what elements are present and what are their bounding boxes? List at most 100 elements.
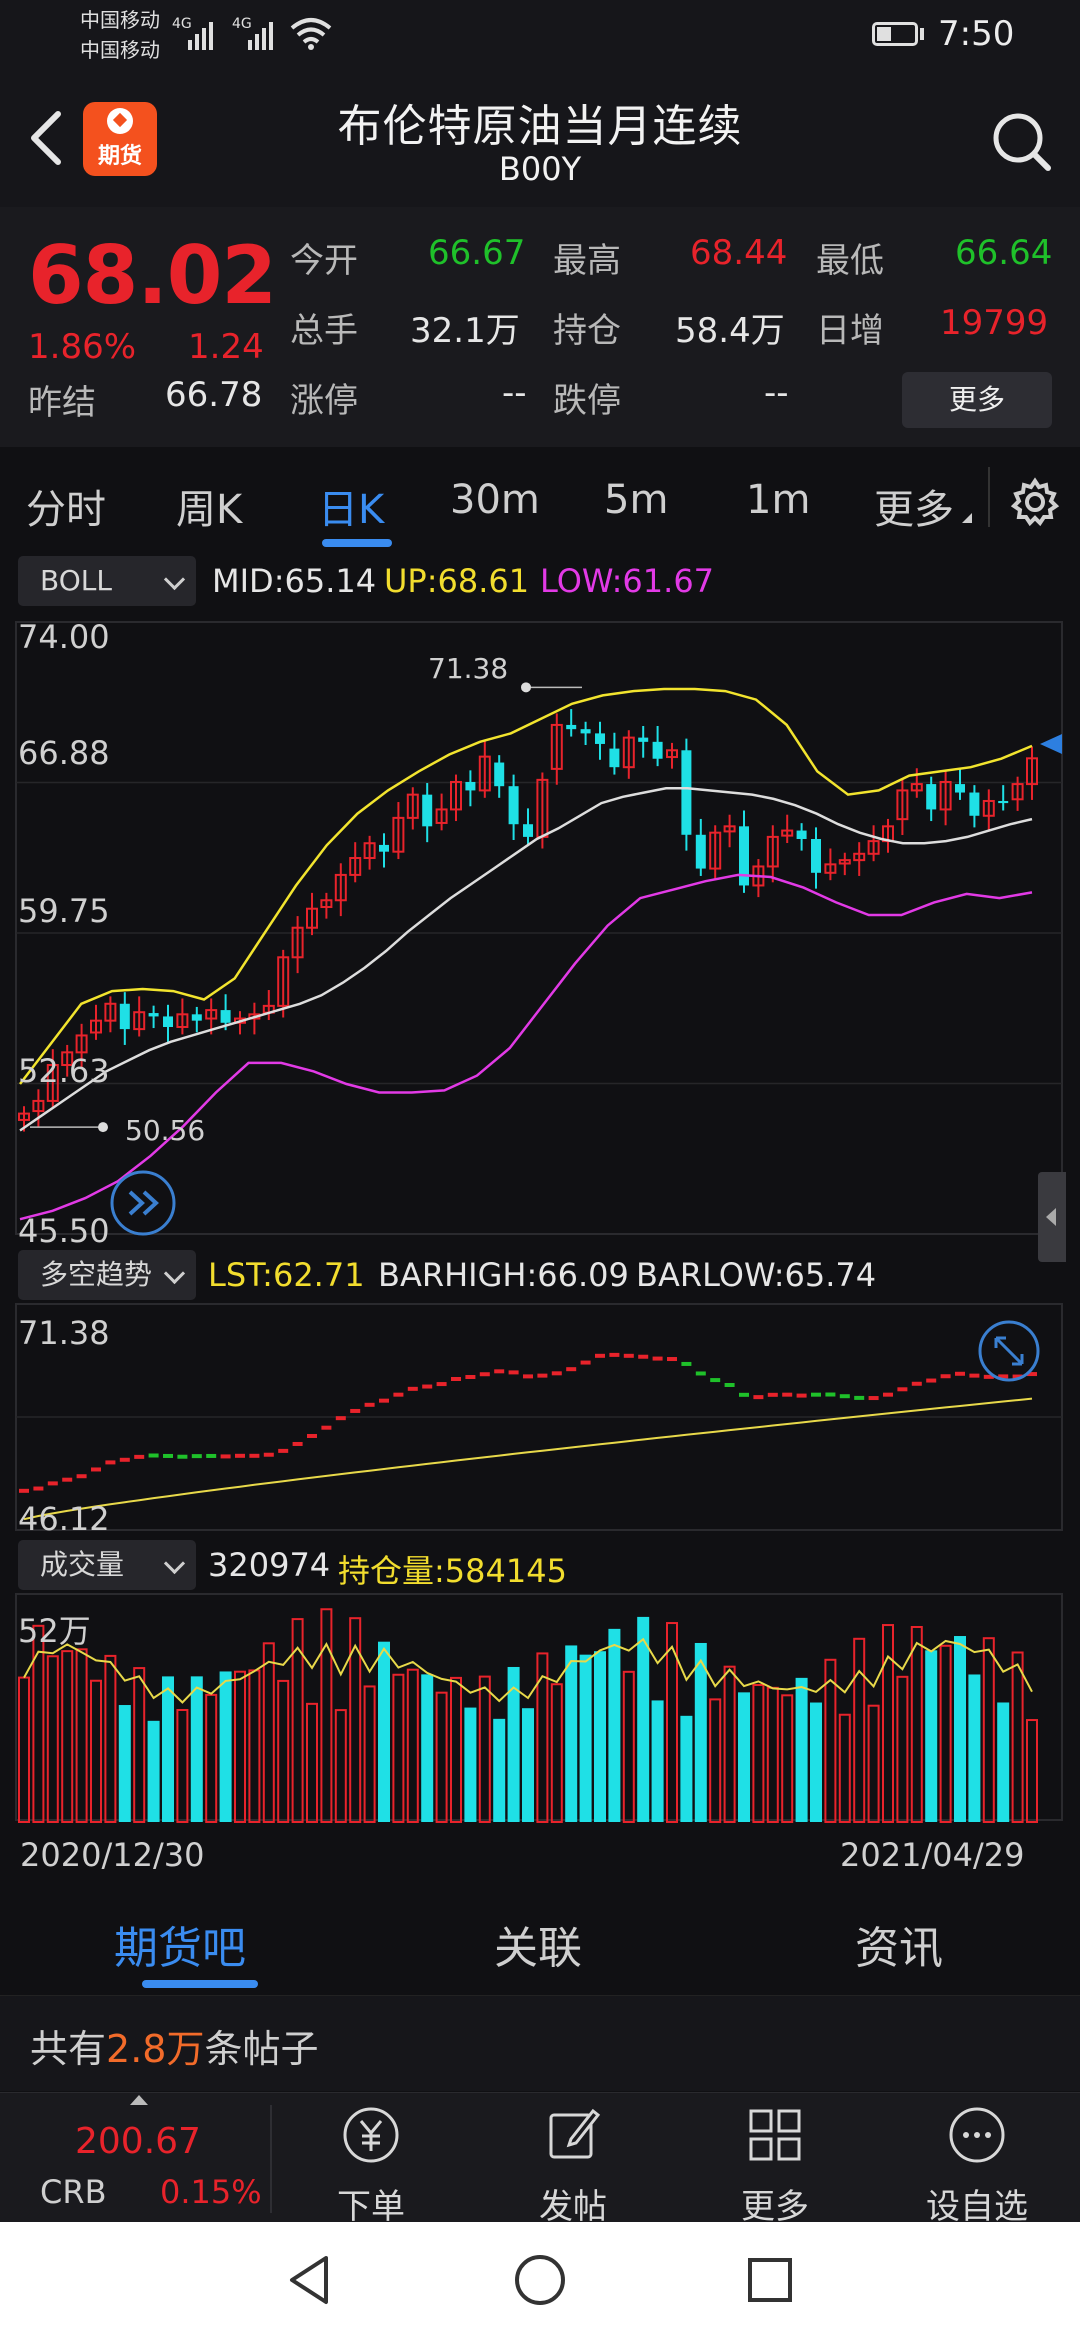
order-button[interactable]: 下单 <box>296 2103 446 2228</box>
trend-bar <box>753 1395 764 1400</box>
more-tools-button[interactable]: 更多 <box>700 2103 850 2228</box>
tab-intraday[interactable]: 分时 <box>26 477 106 535</box>
trend-bar <box>551 1371 562 1376</box>
candlestick-chart[interactable] <box>0 612 1080 1244</box>
volume-bar <box>262 1642 275 1823</box>
trend-bar <box>566 1367 577 1372</box>
volume-bar <box>104 1654 117 1823</box>
volume-bar <box>90 1679 102 1823</box>
more-dots-icon <box>949 2107 1005 2163</box>
candle-body <box>494 762 505 787</box>
lst-value: LST:62.71 <box>208 1256 365 1294</box>
volume-bar <box>306 1702 318 1823</box>
volume-bar <box>450 1676 462 1823</box>
y-tick-3: 59.75 <box>18 892 110 930</box>
post-button[interactable]: 发帖 <box>498 2103 648 2228</box>
volume-bar <box>651 1700 664 1822</box>
set-watchlist-button[interactable]: 设自选 <box>902 2103 1052 2228</box>
tab-daily[interactable]: 日K <box>318 477 384 535</box>
volume-bar <box>61 1650 74 1823</box>
trend-bar <box>407 1386 418 1391</box>
trend-bar <box>839 1394 850 1399</box>
side-drawer-handle[interactable] <box>1038 1172 1066 1262</box>
change-value: 1.24 <box>188 327 264 367</box>
posts-count-text: 共有2.8万条帖子 <box>30 2027 319 2071</box>
boll-indicator-dropdown[interactable]: BOLL <box>18 556 196 606</box>
trend-bar <box>292 1441 303 1446</box>
search-icon[interactable] <box>990 110 1052 172</box>
tab-related[interactable]: 关联 <box>494 1912 582 1976</box>
trend-bar <box>206 1453 217 1458</box>
set-watchlist-label: 设自选 <box>926 2187 1028 2227</box>
carrier-1: 中国移动 <box>80 8 160 32</box>
trend-bar <box>177 1454 188 1459</box>
limit-down-value: -- <box>764 373 789 413</box>
tab-futures-forum[interactable]: 期货吧 <box>114 1912 246 1976</box>
trend-bar <box>76 1474 87 1479</box>
trend-bar <box>681 1361 692 1366</box>
trend-indicator-dropdown[interactable]: 多空趋势 <box>18 1250 196 1300</box>
section-tabs: 期货吧 关联 资讯 <box>0 1880 1080 1990</box>
candle-body <box>580 729 591 734</box>
trend-bar <box>105 1460 116 1465</box>
daily-increase-value: 19799 <box>940 303 1049 343</box>
trend-bar <box>623 1353 634 1358</box>
volume-bar <box>622 1670 635 1823</box>
volume-value: 32.1万 <box>410 311 520 351</box>
more-quote-button[interactable]: 更多 <box>902 372 1052 428</box>
candle-body <box>119 1003 130 1030</box>
trend-bar <box>379 1398 389 1403</box>
trend-chart[interactable] <box>0 1302 1080 1534</box>
crb-label: CRB <box>40 2173 107 2211</box>
candle-body <box>998 800 1009 804</box>
volume-bar <box>378 1641 390 1822</box>
trend-bar <box>19 1488 29 1493</box>
tab-weekly[interactable]: 周K <box>176 477 242 535</box>
nav-back-icon[interactable] <box>282 2252 338 2308</box>
trend-bar <box>191 1454 202 1459</box>
low-marker-label: 50.56 <box>125 1114 206 1147</box>
trend-bar <box>955 1371 965 1376</box>
trend-bar <box>249 1453 260 1458</box>
y-tick-2: 66.88 <box>18 734 110 772</box>
y-tick-4: 52.63 <box>18 1052 110 1090</box>
high-marker-dot <box>521 682 531 693</box>
boll-low-value: LOW:61.67 <box>540 562 715 600</box>
section-tab-indicator <box>142 1980 258 1988</box>
tab-news[interactable]: 资讯 <box>855 1912 943 1976</box>
trend-bar <box>134 1454 145 1459</box>
nav-recents-icon[interactable] <box>742 2252 798 2308</box>
candle-body <box>465 781 476 791</box>
trend-bar <box>811 1392 821 1397</box>
volume-bar <box>205 1693 218 1823</box>
candle-body <box>566 724 577 730</box>
volume-bar <box>766 1686 779 1824</box>
tab-30m[interactable]: 30m <box>450 477 540 523</box>
tab-more[interactable]: 更多 <box>874 477 954 535</box>
expand-chart-icon[interactable] <box>108 1168 178 1238</box>
candle-body <box>220 1010 231 1023</box>
candle-body <box>148 1013 159 1017</box>
tab-5m[interactable]: 5m <box>604 477 668 523</box>
posts-summary[interactable]: 共有2.8万条帖子 <box>0 1995 1080 2091</box>
volume-bar <box>536 1652 549 1824</box>
nav-home-icon[interactable] <box>512 2252 568 2308</box>
volume-chart[interactable] <box>0 1592 1080 1824</box>
volume-bar <box>162 1676 174 1822</box>
volume-indicator-dropdown[interactable]: 成交量 <box>18 1540 196 1590</box>
candle-body <box>523 824 533 837</box>
limit-up-value: -- <box>502 373 527 413</box>
trend-y-bottom: 46.12 <box>18 1500 110 1538</box>
index-up-arrow-icon <box>130 2095 148 2105</box>
last-price-pointer-icon <box>1040 734 1062 754</box>
crb-index-value[interactable]: 200.67 <box>75 2121 201 2162</box>
candle-body <box>163 1016 173 1027</box>
gear-icon[interactable] <box>1010 477 1060 527</box>
volume-bar <box>910 1625 923 1824</box>
tab-1m[interactable]: 1m <box>746 477 810 523</box>
date-start: 2020/12/30 <box>20 1836 205 1874</box>
volume-bar <box>349 1617 362 1824</box>
candle-body <box>379 844 389 852</box>
trend-bar <box>854 1395 865 1400</box>
fullscreen-icon[interactable] <box>976 1318 1042 1384</box>
